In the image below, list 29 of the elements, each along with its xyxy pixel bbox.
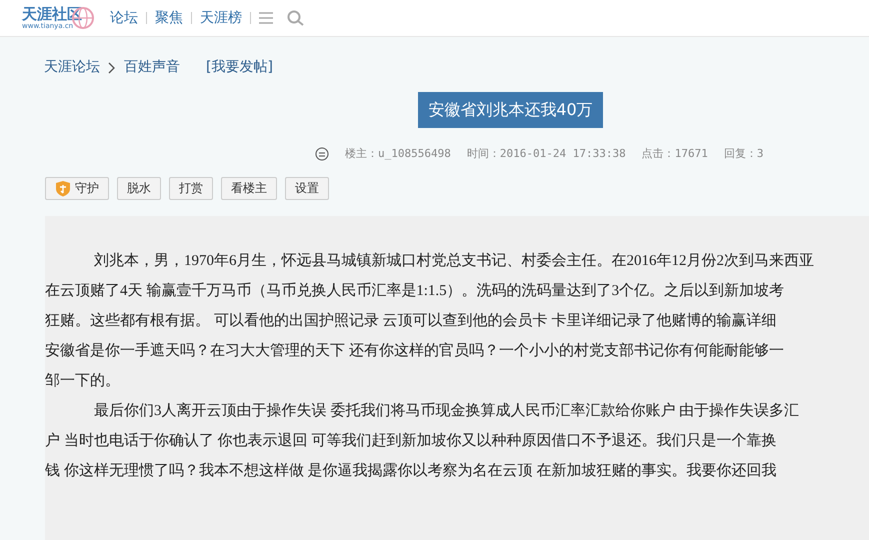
search-icon[interactable] bbox=[287, 10, 305, 26]
toolbar-button[interactable]: 看楼主 bbox=[221, 176, 277, 200]
toolbar-button[interactable]: 脱水 bbox=[117, 176, 161, 200]
face-icon bbox=[315, 147, 329, 162]
paragraph-line: 安徽省是你一手遮天吗？在习大大管理的天下 还有你这样的官员吗？一个小小的村党支部书记你有何能耐能够一 bbox=[45, 341, 784, 360]
nav-link[interactable]: 论坛 bbox=[110, 8, 138, 28]
paragraph-line: 户 当时也电话于你确认了 你也表示退回 可等我们赶到新加坡你又以种种原因借口不予退还。我们只是一个靠换 bbox=[45, 432, 776, 450]
shield-icon bbox=[55, 180, 71, 196]
paragraph-line: 在云顶赌了4天 输赢壹千万马币（马币兑换人民币汇率是1:1.5）。洗码的洗码量达到了3个亿。之后以到新加坡考 bbox=[45, 281, 784, 300]
paragraph-line: 钱 你这样无理惯了吗？我本不想这样做 是你逼我揭露你以考察为名在云顶 在新加坡狂赌的事实。我要你还回我 bbox=[45, 461, 776, 480]
nav-link[interactable]: 聚焦 bbox=[155, 8, 183, 28]
nav-link[interactable]: 天涯榜 bbox=[200, 8, 242, 28]
paragraph-line: 狂赌。这些都有根有据。 可以看他的出国护照记录 云顶可以查到他的会员卡 卡里详细记录了他赌博的输赢详细 bbox=[45, 312, 776, 330]
paragraph-line: 刘兆本，男，1970年6月生，怀远县马城镇新城口村党总支书记、村委会主任。在2016年12月份2次到马来西亚 bbox=[93, 251, 814, 270]
post-meta: 回复：3 bbox=[724, 146, 764, 162]
post-title: 安徽省刘兆本还我40万 bbox=[418, 92, 603, 128]
paragraph-line: 邹一下的。 bbox=[45, 372, 120, 390]
paragraph-line: 最后你们3人离开云顶由于操作失误 委托我们将马币现金换算成人民币汇率汇款给你账户 由于操作失误多汇 bbox=[93, 401, 799, 420]
menu-icon[interactable] bbox=[259, 12, 273, 24]
post-meta: 点击：17671 bbox=[642, 146, 708, 162]
toolbar-button[interactable]: 设置 bbox=[285, 176, 329, 200]
breadcrumb-link[interactable]: 天涯论坛 bbox=[44, 57, 100, 78]
toolbar-button[interactable]: 打赏 bbox=[169, 176, 213, 200]
chevron-icon bbox=[108, 62, 116, 74]
new-post-link[interactable]: [我要发帖] bbox=[206, 57, 273, 78]
breadcrumb-link[interactable]: 百姓声音 bbox=[124, 57, 180, 78]
toolbar-button[interactable]: 守护 bbox=[45, 176, 109, 200]
post-meta: 时间：2016-01-24 17:33:38 bbox=[466, 146, 626, 162]
post-meta: 楼主：u_108556498 bbox=[345, 146, 451, 162]
